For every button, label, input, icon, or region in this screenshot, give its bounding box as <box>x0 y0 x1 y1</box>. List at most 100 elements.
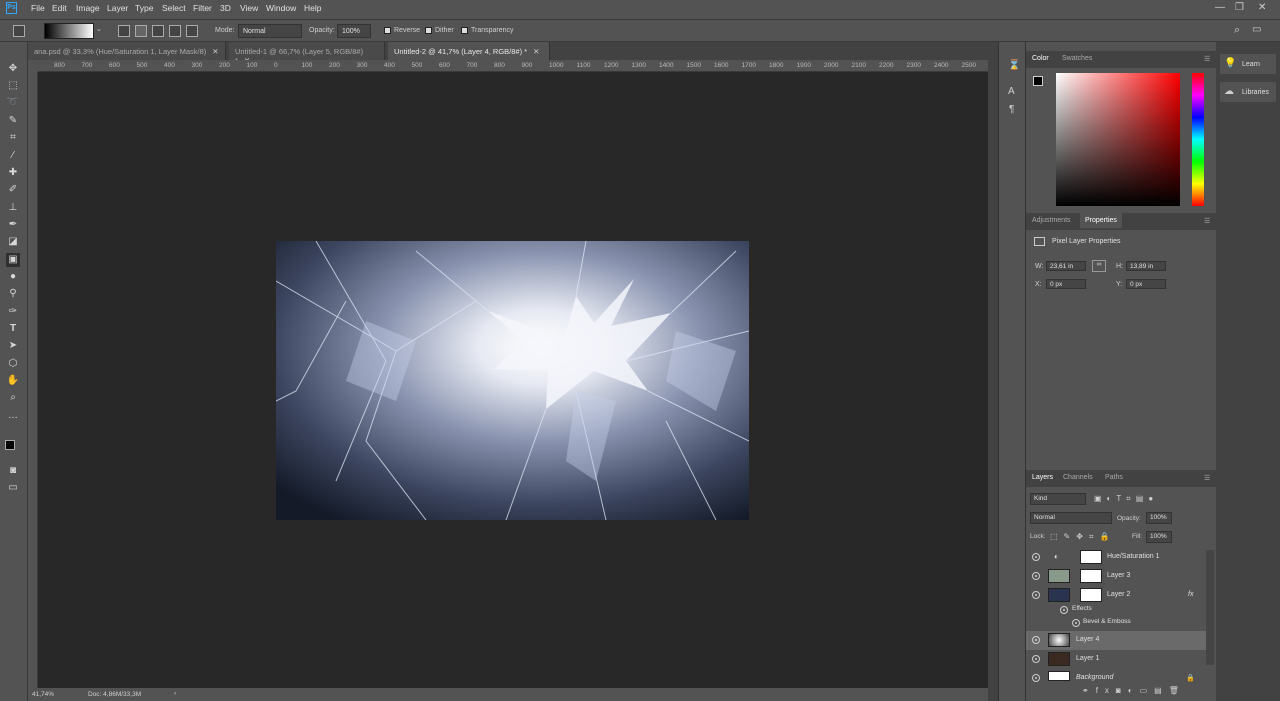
blend-mode-select[interactable]: Normal <box>1030 512 1112 524</box>
layer-opacity-field[interactable]: 100% <box>1146 512 1172 524</box>
menu-layer[interactable]: Layer <box>107 3 128 13</box>
eyedropper-tool-icon[interactable]: ⁄ <box>6 149 20 163</box>
color-field[interactable] <box>1056 73 1180 206</box>
shape-tool-icon[interactable]: ⬡ <box>6 357 20 371</box>
lasso-tool-icon[interactable]: ➰ <box>6 96 20 110</box>
eraser-tool-icon[interactable]: ◪ <box>6 235 20 249</box>
menu-image[interactable]: Image <box>76 3 100 13</box>
history-brush-tool-icon[interactable]: ✒ <box>6 218 20 232</box>
quick-mask-icon[interactable]: ◙ <box>6 464 20 478</box>
foreground-color-swatch[interactable] <box>5 440 15 450</box>
pen-tool-icon[interactable]: ✑ <box>6 305 20 319</box>
close-tab-icon[interactable]: ✕ <box>533 47 539 56</box>
chevron-right-icon[interactable]: › <box>174 690 176 697</box>
more-tools-icon[interactable]: … <box>6 409 20 423</box>
move-tool-icon[interactable]: ✥ <box>6 62 20 76</box>
quick-select-tool-icon[interactable]: ✎ <box>6 114 20 128</box>
panel-menu-icon[interactable]: ☰ <box>1204 55 1210 63</box>
reflected-gradient-icon[interactable] <box>169 25 181 37</box>
reverse-checkbox[interactable] <box>384 27 391 34</box>
visibility-eye-icon[interactable] <box>1032 572 1040 580</box>
gradient-tool-icon[interactable]: ▣ <box>6 253 20 267</box>
layer-filter-icons[interactable]: ▣◐T⌗▤● <box>1094 494 1158 504</box>
foreground-color-swatch[interactable] <box>1033 76 1043 86</box>
learn-button[interactable]: 💡 Learn <box>1220 54 1276 74</box>
linear-gradient-icon[interactable] <box>118 25 130 37</box>
character-icon[interactable]: A <box>1008 86 1015 97</box>
menu-3d[interactable]: 3D <box>220 3 231 13</box>
minimize-icon[interactable]: — <box>1215 2 1225 13</box>
fill-field[interactable]: 100% <box>1146 531 1172 543</box>
marquee-tool-icon[interactable]: ⬚ <box>6 79 20 93</box>
visibility-eye-icon[interactable] <box>1032 636 1040 644</box>
visibility-eye-icon[interactable] <box>1060 606 1068 614</box>
close-tab-icon[interactable]: ✕ <box>212 47 218 56</box>
chevron-down-icon[interactable]: ⌄ <box>96 25 102 33</box>
effect-row[interactable]: Bevel & Emboss <box>1026 616 1206 629</box>
angle-gradient-icon[interactable] <box>152 25 164 37</box>
fx-badge[interactable]: fx <box>1188 591 1193 598</box>
dither-checkbox[interactable] <box>425 27 432 34</box>
visibility-eye-icon[interactable] <box>1032 655 1040 663</box>
menu-type[interactable]: Type <box>135 3 153 13</box>
menu-help[interactable]: Help <box>304 3 321 13</box>
opacity-field[interactable]: 100% <box>337 24 371 38</box>
height-field[interactable]: 13,89 in <box>1126 261 1166 271</box>
libraries-button[interactable]: ☁ Libraries <box>1220 82 1276 102</box>
search-icon[interactable]: ⌕ <box>1234 24 1240 37</box>
tab-adjustments[interactable]: Adjustments <box>1032 217 1071 224</box>
layer-row[interactable]: Layer 3 <box>1026 567 1206 586</box>
layer-row[interactable]: Layer 1 <box>1026 650 1206 669</box>
width-field[interactable]: 23,61 in <box>1046 261 1086 271</box>
type-tool-icon[interactable]: T <box>6 322 20 336</box>
tab-untitled-1[interactable]: Untitled-1 @ 66,7% (Layer 5, RGB/8#) *✕ <box>229 42 385 65</box>
clone-stamp-tool-icon[interactable]: ⊥ <box>6 201 20 215</box>
tab-swatches[interactable]: Swatches <box>1062 55 1092 62</box>
radial-gradient-icon[interactable] <box>135 25 147 37</box>
lock-icons[interactable]: ⬚✎✥⌗🔒 <box>1050 532 1115 542</box>
visibility-eye-icon[interactable] <box>1032 674 1040 682</box>
tab-ana-psd[interactable]: ana.psd @ 33,3% (Hue/Saturation 1, Layer… <box>28 42 226 60</box>
hue-slider[interactable] <box>1192 73 1204 206</box>
layers-scrollbar[interactable] <box>1206 550 1214 665</box>
layer-row[interactable]: Background 🔒 <box>1026 669 1206 683</box>
zoom-level[interactable]: 41,74% <box>32 691 54 698</box>
healing-brush-tool-icon[interactable]: ✚ <box>6 166 20 180</box>
mode-select[interactable]: Normal <box>238 24 302 38</box>
workspace-icon[interactable]: ▭ <box>1252 24 1261 35</box>
menu-filter[interactable]: Filter <box>193 3 212 13</box>
tab-channels[interactable]: Channels <box>1063 474 1093 481</box>
panel-menu-icon[interactable]: ☰ <box>1204 474 1210 482</box>
crop-tool-icon[interactable]: ⌗ <box>6 131 20 145</box>
diamond-gradient-icon[interactable] <box>186 25 198 37</box>
tab-color[interactable]: Color <box>1032 55 1049 62</box>
layer-row-selected[interactable]: Layer 4 <box>1026 631 1206 650</box>
menu-window[interactable]: Window <box>266 3 296 13</box>
tool-preset-icon[interactable] <box>13 25 25 37</box>
transparency-checkbox[interactable] <box>461 27 468 34</box>
hand-tool-icon[interactable]: ✋ <box>6 374 20 388</box>
restore-icon[interactable]: ❐ <box>1235 2 1244 13</box>
blur-tool-icon[interactable]: ● <box>6 270 20 284</box>
layer-row[interactable]: ◐ Hue/Saturation 1 <box>1026 548 1206 567</box>
visibility-eye-icon[interactable] <box>1072 619 1080 627</box>
visibility-eye-icon[interactable] <box>1032 553 1040 561</box>
close-window-icon[interactable]: ✕ <box>1258 2 1266 13</box>
tab-paths[interactable]: Paths <box>1105 474 1123 481</box>
menu-file[interactable]: File <box>31 3 45 13</box>
panel-menu-icon[interactable]: ☰ <box>1204 217 1210 225</box>
dodge-tool-icon[interactable]: ⚲ <box>6 287 20 301</box>
effects-row[interactable]: Effects <box>1026 603 1206 616</box>
path-selection-tool-icon[interactable]: ➤ <box>6 339 20 353</box>
menu-view[interactable]: View <box>240 3 258 13</box>
menu-edit[interactable]: Edit <box>52 3 67 13</box>
paragraph-icon[interactable]: ¶ <box>1009 104 1014 115</box>
filter-kind-select[interactable]: Kind <box>1030 493 1086 505</box>
visibility-eye-icon[interactable] <box>1032 591 1040 599</box>
layer-actions-bar[interactable]: ⚭fx◙◐▭▤🗑 <box>1082 686 1202 698</box>
y-field[interactable]: 0 px <box>1126 279 1166 289</box>
screen-mode-icon[interactable]: ▭ <box>6 481 20 495</box>
history-icon[interactable]: ⌛ <box>1008 60 1020 71</box>
document-canvas[interactable] <box>276 241 749 520</box>
tab-untitled-2[interactable]: Untitled-2 @ 41,7% (Layer 4, RGB/8#) * ✕ <box>388 42 550 60</box>
